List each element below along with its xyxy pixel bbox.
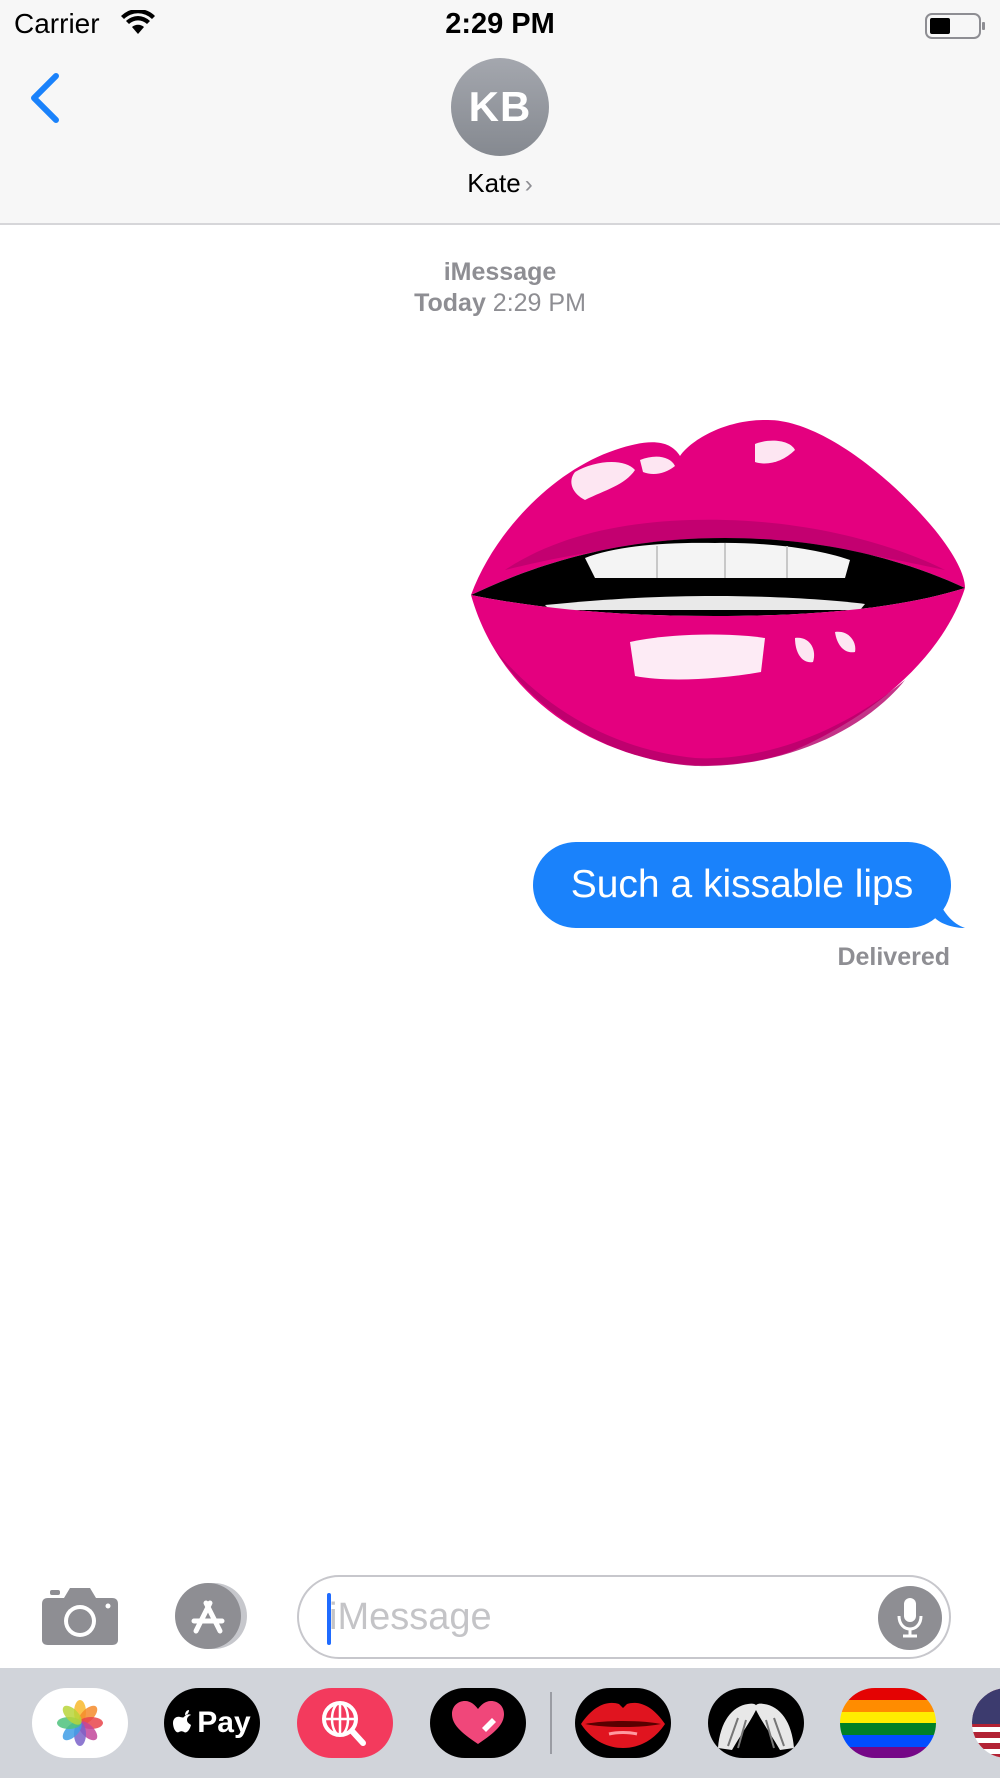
hair-icon bbox=[708, 1688, 804, 1758]
contact-name-button[interactable]: Kate › bbox=[0, 168, 1000, 199]
us-flag-icon bbox=[972, 1688, 1000, 1758]
microphone-button[interactable] bbox=[878, 1586, 942, 1650]
contact-avatar[interactable]: KB bbox=[451, 58, 549, 156]
red-lips-icon bbox=[575, 1688, 671, 1758]
heart-icon bbox=[430, 1688, 526, 1758]
status-time: 2:29 PM bbox=[445, 8, 555, 40]
microphone-icon bbox=[897, 1598, 923, 1638]
pink-lips-sticker[interactable] bbox=[465, 410, 970, 770]
message-timestamp: Today 2:29 PM bbox=[0, 289, 1000, 318]
battery-icon bbox=[925, 13, 985, 39]
chevron-left-icon[interactable] bbox=[26, 70, 66, 130]
app-hair-stickers[interactable] bbox=[708, 1688, 804, 1758]
text-caret bbox=[327, 1593, 331, 1645]
rainbow-flag-icon bbox=[840, 1688, 936, 1758]
timestamp-time: 2:29 PM bbox=[492, 289, 586, 317]
conversation-header: KB Kate › bbox=[0, 50, 1000, 225]
camera-icon[interactable] bbox=[40, 1584, 120, 1646]
message-input[interactable] bbox=[329, 1591, 849, 1643]
message-input-container[interactable] bbox=[297, 1575, 951, 1659]
app-store-icon bbox=[175, 1583, 247, 1649]
app-store-button[interactable] bbox=[170, 1581, 256, 1651]
timestamp-day: Today bbox=[414, 289, 486, 317]
app-digital-touch[interactable] bbox=[430, 1688, 526, 1758]
app-drawer[interactable]: Pay bbox=[0, 1668, 1000, 1778]
delivery-status: Delivered bbox=[837, 943, 950, 971]
app-search-images[interactable] bbox=[297, 1688, 393, 1758]
sent-message-bubble[interactable]: Such a kissable lips bbox=[533, 842, 951, 928]
service-label: iMessage bbox=[443, 258, 557, 286]
drawer-divider bbox=[550, 1692, 552, 1754]
globe-search-icon bbox=[297, 1688, 393, 1758]
app-rainbow-flag-stickers[interactable] bbox=[840, 1688, 936, 1758]
apple-pay-icon: Pay bbox=[164, 1688, 260, 1758]
app-apple-pay[interactable]: Pay bbox=[164, 1688, 260, 1758]
contact-name: Kate bbox=[467, 168, 521, 198]
app-us-flag-stickers[interactable] bbox=[972, 1688, 1000, 1758]
app-red-lips-stickers[interactable] bbox=[575, 1688, 671, 1758]
apple-pay-label: Pay bbox=[197, 1706, 251, 1739]
apple-logo-icon bbox=[173, 1710, 192, 1733]
photos-icon bbox=[32, 1688, 128, 1758]
chevron-right-icon: › bbox=[524, 171, 533, 198]
status-bar: Carrier 2:29 PM bbox=[0, 0, 1000, 50]
app-photos[interactable] bbox=[32, 1688, 128, 1758]
bubble-tail bbox=[935, 890, 965, 928]
